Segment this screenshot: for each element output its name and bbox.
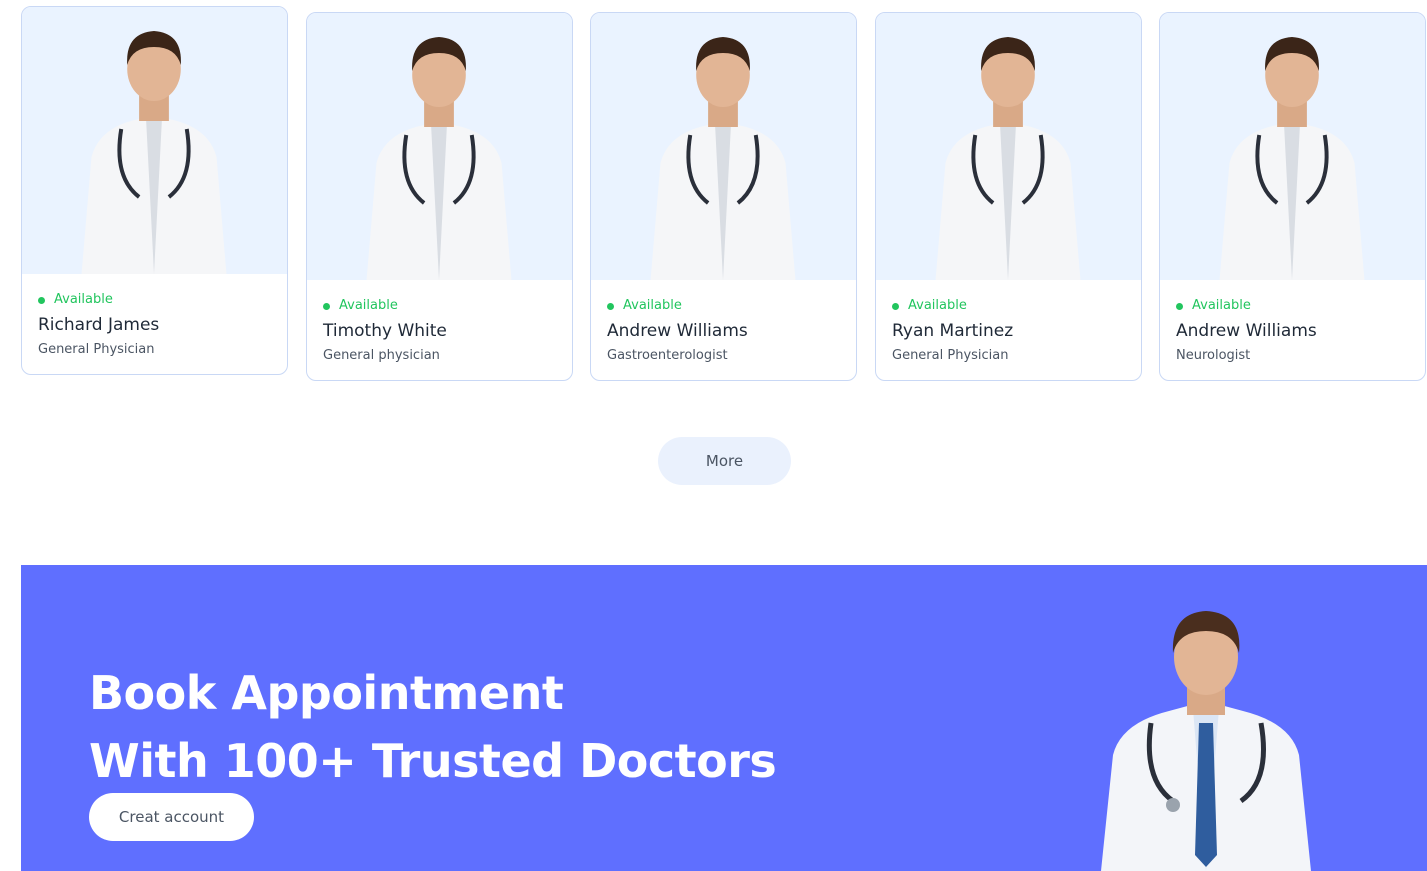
doctor-photo-icon xyxy=(935,37,1081,280)
doctor-info: Available Andrew Williams Gastroenterologi… xyxy=(591,280,856,365)
doctor-info: Available Richard James General Physician xyxy=(22,274,287,359)
doctor-illustration xyxy=(1101,611,1311,871)
doctor-info: Available Andrew Williams Neurologist xyxy=(1160,280,1425,365)
availability-status: Available xyxy=(607,297,840,315)
doctor-card[interactable]: Available Andrew Williams Gastroenterologi… xyxy=(590,12,857,381)
doctor-speciality: General Physician xyxy=(38,342,155,357)
more-button[interactable]: More xyxy=(658,437,791,485)
doctor-photo xyxy=(307,13,572,280)
availability-status: Available xyxy=(38,291,271,309)
doctor-photo-icon xyxy=(366,37,512,280)
doctor-photo-icon xyxy=(1219,37,1365,280)
doctor-name: Andrew Williams xyxy=(1176,321,1317,341)
availability-status: Available xyxy=(323,297,556,315)
status-dot-icon xyxy=(38,296,45,304)
doctor-photo xyxy=(1160,13,1425,280)
doctor-photo xyxy=(22,7,287,274)
doctor-photo-icon xyxy=(81,31,227,274)
status-dot-icon xyxy=(892,302,899,310)
doctor-speciality: General Physician xyxy=(892,348,1009,363)
availability-label: Available xyxy=(339,298,398,313)
status-dot-icon xyxy=(607,302,614,310)
doctor-speciality: General physician xyxy=(323,348,440,363)
banner-title-line-1: Book Appointment xyxy=(89,666,564,720)
doctor-name: Timothy White xyxy=(323,321,447,341)
availability-status: Available xyxy=(892,297,1125,315)
doctors-grid: Available Richard James General Physician … xyxy=(0,0,1427,390)
banner-title-line-2: With 100+ Trusted Doctors xyxy=(89,734,777,788)
doctor-card[interactable]: Available Richard James General Physician xyxy=(21,6,288,375)
availability-label: Available xyxy=(623,298,682,313)
availability-label: Available xyxy=(1192,298,1251,313)
doctor-card[interactable]: Available Timothy White General physician xyxy=(306,12,573,381)
banner-title: Book Appointment With 100+ Trusted Docto… xyxy=(89,659,777,795)
doctor-card[interactable]: Available Andrew Williams Neurologist xyxy=(1159,12,1426,381)
status-dot-icon xyxy=(323,302,330,310)
doctor-info: Available Timothy White General physician xyxy=(307,280,572,365)
doctor-info: Available Ryan Martinez General Physician xyxy=(876,280,1141,365)
doctor-photo xyxy=(876,13,1141,280)
doctor-speciality: Gastroenterologist xyxy=(607,348,728,363)
doctor-card[interactable]: Available Ryan Martinez General Physician xyxy=(875,12,1142,381)
availability-status: Available xyxy=(1176,297,1409,315)
create-account-button[interactable]: Creat account xyxy=(89,793,254,841)
doctor-photo-icon xyxy=(650,37,796,280)
appointment-banner: Book Appointment With 100+ Trusted Docto… xyxy=(21,565,1427,871)
availability-label: Available xyxy=(908,298,967,313)
doctor-photo xyxy=(591,13,856,280)
availability-label: Available xyxy=(54,292,113,307)
doctor-name: Ryan Martinez xyxy=(892,321,1014,341)
status-dot-icon xyxy=(1176,302,1183,310)
doctor-name: Richard James xyxy=(38,315,160,335)
doctor-name: Andrew Williams xyxy=(607,321,748,341)
doctor-speciality: Neurologist xyxy=(1176,348,1251,363)
